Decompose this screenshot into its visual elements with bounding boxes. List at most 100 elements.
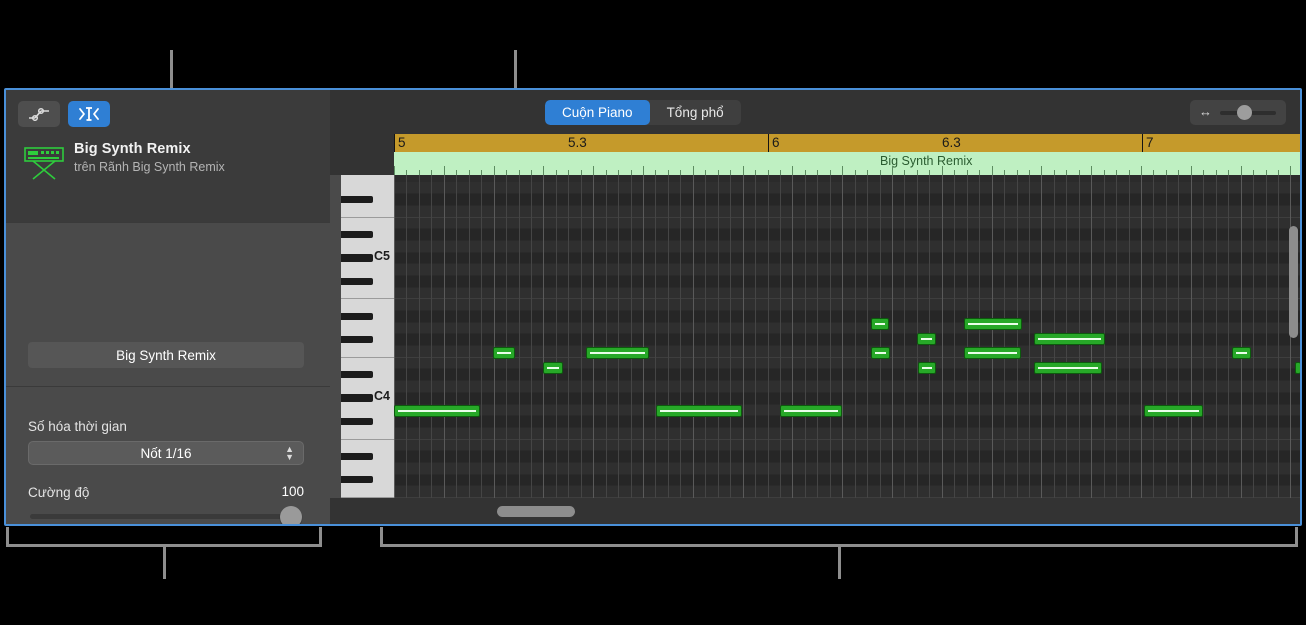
grid-division-line [655, 175, 656, 498]
bar-ruler[interactable]: 5 5.3 6 6.3 7 [394, 134, 1300, 152]
editor-horizontal-scrollbar-thumb[interactable] [497, 506, 575, 517]
horizontal-zoom-control[interactable]: ↔ [1190, 100, 1286, 125]
grid-division-line [481, 175, 482, 498]
piano-black-key[interactable] [341, 254, 373, 262]
editor-vertical-scrollbar[interactable] [1289, 178, 1298, 496]
callout-bracket-left-cap-r [319, 527, 322, 547]
grid-row [394, 415, 1300, 428]
grid-division-line [780, 175, 781, 498]
midi-note[interactable] [871, 318, 889, 330]
grid-row [394, 356, 1300, 370]
callout-leader-bottom-right [838, 544, 841, 579]
grid-division-line [593, 175, 594, 498]
horizontal-resize-icon: ↔ [1199, 104, 1212, 119]
midi-note[interactable] [586, 347, 649, 359]
grid-division-line [606, 175, 607, 498]
grid-division-line [444, 175, 445, 498]
grid-division-line [768, 175, 769, 498]
grid-row [394, 228, 1300, 242]
grid-division-line [992, 175, 993, 498]
velocity-slider-track[interactable] [30, 514, 302, 519]
grid-division-line [755, 175, 756, 498]
midi-note[interactable] [1232, 347, 1251, 359]
midi-note[interactable] [1034, 333, 1105, 345]
grid-division-line [1228, 175, 1229, 498]
region-tick [394, 166, 395, 175]
region-tick [443, 166, 445, 175]
zoom-slider-knob[interactable] [1237, 105, 1252, 120]
bar-tick [1142, 134, 1143, 152]
note-velocity-bar [968, 323, 1018, 325]
midi-note[interactable] [780, 405, 842, 417]
grid-division-line [1203, 175, 1204, 498]
piano-black-key[interactable] [341, 335, 373, 344]
tab-score[interactable]: Tổng phổ [650, 100, 741, 125]
grid-division-line [1191, 175, 1192, 498]
editor-vertical-scrollbar-thumb[interactable] [1289, 226, 1298, 338]
note-velocity-bar [1236, 352, 1247, 354]
midi-note[interactable] [917, 333, 936, 345]
grid-row [394, 205, 1300, 218]
quantize-popup[interactable]: Nốt 1/16 ▲ ▼ [28, 441, 304, 465]
grid-division-line [469, 175, 470, 498]
midi-note[interactable] [1144, 405, 1203, 417]
midi-note[interactable] [656, 405, 742, 417]
piano-black-key[interactable] [341, 394, 373, 402]
region-tick [1190, 166, 1192, 175]
bar-number: 6.3 [942, 135, 961, 150]
track-subtitle: trên Rãnh Big Synth Remix [74, 160, 225, 174]
grid-row [394, 345, 1300, 358]
grid-division-line [643, 175, 644, 498]
velocity-label: Cường độ [28, 485, 90, 500]
piano-black-key[interactable] [341, 370, 373, 379]
piano-black-key[interactable] [341, 417, 373, 425]
midi-note[interactable] [918, 362, 936, 374]
piano-roll-editor: Cuộn Piano Tổng phổ ↔ 5 5.3 6 6.3 7 Big Synt… [330, 90, 1300, 524]
editor-toolbar: Cuộn Piano Tổng phổ ↔ [330, 90, 1300, 134]
region-tick [742, 166, 744, 175]
midi-note[interactable] [493, 347, 515, 359]
grid-row [394, 380, 1300, 393]
grid-row [394, 426, 1300, 440]
piano-black-key[interactable] [341, 230, 373, 239]
region-name-field[interactable]: Big Synth Remix [28, 342, 304, 368]
note-velocity-bar [875, 352, 886, 354]
midi-note[interactable] [964, 347, 1021, 359]
grid-division-line [531, 175, 532, 498]
tab-piano-roll[interactable]: Cuộn Piano [545, 100, 650, 125]
grid-row [394, 485, 1300, 498]
piano-black-key[interactable] [341, 452, 373, 461]
region-tick [892, 166, 893, 175]
automation-curve-tool-button[interactable] [18, 101, 60, 127]
midi-note[interactable] [871, 347, 890, 359]
midi-note[interactable] [964, 318, 1022, 330]
synth-keyboard-icon [24, 147, 64, 180]
midi-note[interactable] [1034, 362, 1102, 374]
editor-horizontal-scrollbar[interactable] [394, 500, 1300, 522]
region-tick [1091, 166, 1093, 175]
velocity-slider-knob[interactable] [280, 506, 302, 524]
piano-black-key[interactable] [341, 277, 373, 285]
callout-bracket-left-cap-l [6, 527, 9, 547]
divider-under-name [6, 386, 330, 387]
track-header: Big Synth Remix trên Rãnh Big Synth Remi… [6, 134, 330, 196]
piano-keyboard[interactable]: C5 C4 [341, 175, 394, 498]
region-tick [543, 166, 545, 175]
region-tick [643, 166, 644, 175]
region-tick [991, 166, 993, 175]
piano-black-key[interactable] [341, 195, 373, 204]
track-title: Big Synth Remix [74, 141, 191, 157]
grid-row [394, 263, 1300, 277]
note-velocity-bar [590, 352, 645, 354]
bar-number: 5 [398, 135, 406, 150]
midi-note[interactable] [394, 405, 480, 417]
grid-division-line [979, 175, 980, 498]
region-strip[interactable]: Big Synth Remix [394, 152, 1300, 175]
piano-black-key[interactable] [341, 475, 373, 484]
note-grid[interactable] [394, 175, 1300, 498]
flex-time-tool-button[interactable] [68, 101, 110, 127]
midi-note[interactable] [543, 362, 563, 374]
grid-division-line [904, 175, 905, 498]
piano-black-key[interactable] [341, 312, 373, 320]
ruler-left-pad [330, 134, 394, 152]
